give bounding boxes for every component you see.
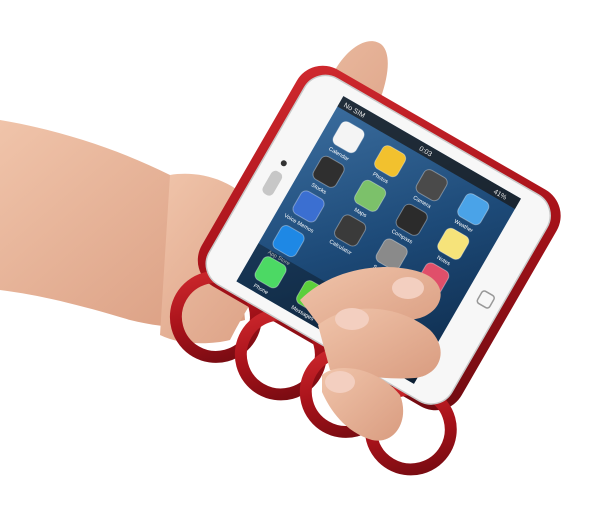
middle-fingernail	[335, 308, 369, 330]
photo-scene: No SIM 0:03 41% CalendarPhotosCameraWeat…	[0, 41, 561, 476]
index-fingernail	[392, 277, 424, 299]
ring-fingernail	[325, 371, 355, 393]
